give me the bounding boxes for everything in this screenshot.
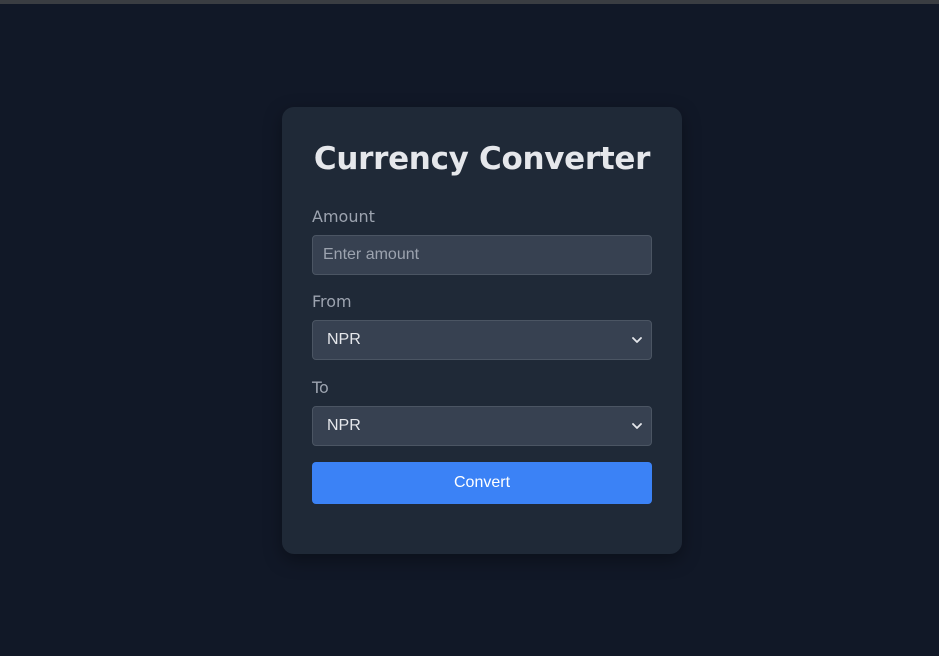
to-label: To (312, 378, 329, 397)
chevron-down-icon (631, 334, 643, 346)
chevron-down-icon (631, 420, 643, 432)
top-edge-bar (0, 0, 939, 4)
from-currency-select[interactable]: NPR (312, 320, 652, 360)
converter-card: Currency Converter Amount From NPR To NP… (282, 107, 682, 554)
from-currency-value: NPR (327, 331, 361, 348)
convert-button[interactable]: Convert (312, 462, 652, 504)
page-title: Currency Converter (313, 141, 651, 177)
amount-label: Amount (312, 207, 375, 226)
to-currency-value: NPR (327, 417, 361, 434)
amount-input[interactable] (312, 235, 652, 275)
from-label: From (312, 292, 352, 311)
to-currency-select[interactable]: NPR (312, 406, 652, 446)
